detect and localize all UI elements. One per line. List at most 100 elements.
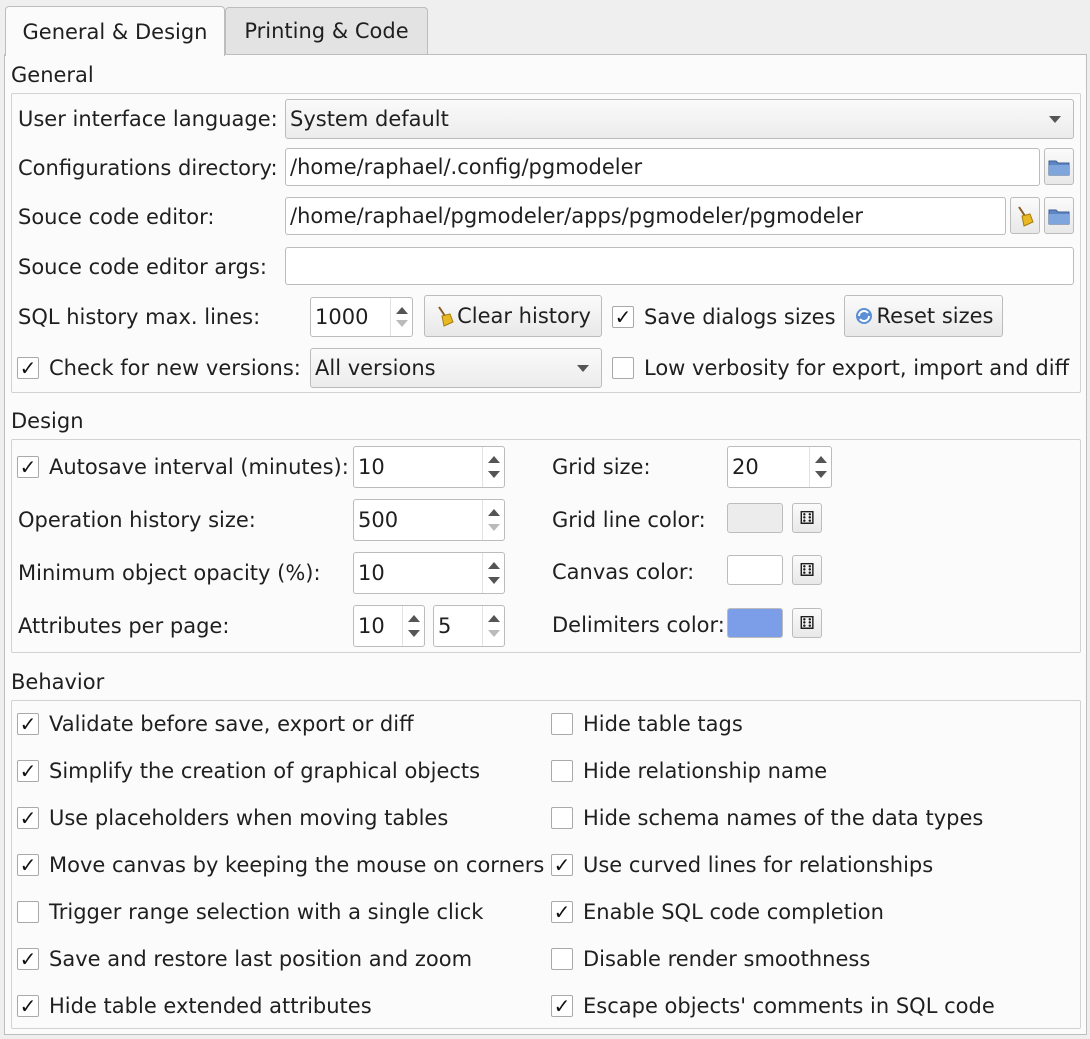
behavior-right-checkbox-3[interactable]: ✓	[551, 854, 573, 876]
op-history-value: 500	[358, 508, 399, 532]
reset-sizes-label: Reset sizes	[876, 304, 994, 328]
behavior-right-checkbox-2[interactable]	[551, 807, 573, 829]
arrow-up-icon[interactable]	[488, 509, 500, 516]
autosave-checkbox[interactable]: ✓	[17, 456, 39, 478]
check-versions-checkbox[interactable]: ✓	[17, 357, 39, 379]
grid-size-value: 20	[732, 455, 759, 479]
behavior-group-title: Behavior	[11, 670, 105, 694]
arrow-down-icon[interactable]	[488, 471, 500, 478]
check-versions-select[interactable]: All versions	[310, 348, 602, 388]
grid-size-label: Grid size:	[552, 455, 651, 479]
tab-printing-code[interactable]: Printing & Code	[225, 7, 428, 54]
design-group-title: Design	[11, 409, 84, 433]
behavior-left-checkbox-1[interactable]: ✓	[17, 760, 39, 782]
behavior-right-label-0: Hide table tags	[583, 712, 743, 736]
arrow-up-icon[interactable]	[488, 456, 500, 463]
sql-history-spinbox[interactable]: 1000	[310, 297, 413, 337]
behavior-left-checkbox-4[interactable]	[17, 901, 39, 923]
source-editor-clear-button[interactable]	[1010, 197, 1040, 234]
arrow-down-icon[interactable]	[396, 320, 408, 327]
arrow-up-icon[interactable]	[488, 615, 500, 622]
attrs-per-page-spinbox-1[interactable]: 10	[353, 605, 425, 647]
behavior-right-label-3: Use curved lines for relationships	[583, 853, 934, 877]
low-verbosity-label: Low verbosity for export, import and dif…	[644, 356, 1070, 380]
behavior-right-checkbox-4[interactable]: ✓	[551, 901, 573, 923]
ui-language-select[interactable]: System default	[285, 99, 1074, 139]
low-verbosity-checkbox[interactable]	[612, 357, 634, 379]
min-opacity-label: Minimum object opacity (%):	[18, 561, 321, 585]
source-editor-field[interactable]: /home/raphael/pgmodeler/apps/pgmodeler/p…	[285, 197, 1006, 235]
source-editor-args-field[interactable]	[285, 247, 1074, 285]
grid-line-color-swatch[interactable]	[727, 503, 783, 533]
attrs-per-page-stepper-2[interactable]	[482, 606, 504, 646]
folder-icon	[1048, 160, 1070, 175]
op-history-label: Operation history size:	[18, 508, 256, 532]
op-history-stepper[interactable]	[482, 500, 504, 540]
sql-history-label: SQL history max. lines:	[18, 305, 261, 329]
behavior-left-label-1: Simplify the creation of graphical objec…	[49, 759, 481, 783]
chevron-down-icon	[1049, 116, 1061, 123]
delimiters-color-label: Delimiters color:	[552, 613, 725, 637]
autosave-label: Autosave interval (minutes):	[49, 455, 349, 479]
check-versions-label: Check for new versions:	[49, 356, 301, 380]
grid-size-spinbox[interactable]: 20	[727, 446, 832, 488]
behavior-left-checkbox-5[interactable]: ✓	[17, 948, 39, 970]
arrow-up-icon[interactable]	[396, 307, 408, 314]
canvas-color-swatch[interactable]	[727, 555, 783, 585]
grid-size-stepper[interactable]	[809, 447, 831, 487]
source-editor-browse-button[interactable]	[1044, 197, 1074, 234]
arrow-up-icon[interactable]	[815, 456, 827, 463]
sql-history-stepper[interactable]	[390, 298, 412, 336]
grid-line-color-label: Grid line color:	[552, 508, 706, 532]
behavior-left-checkbox-0[interactable]: ✓	[17, 713, 39, 735]
behavior-right-checkbox-1[interactable]	[551, 760, 573, 782]
behavior-right-label-1: Hide relationship name	[583, 759, 828, 783]
behavior-right-checkbox-6[interactable]: ✓	[551, 995, 573, 1017]
arrow-down-icon[interactable]	[488, 524, 500, 531]
dice-icon[interactable]: ⚅	[792, 608, 822, 638]
autosave-spinbox[interactable]: 10	[353, 446, 505, 488]
arrow-up-icon[interactable]	[488, 562, 500, 569]
arrow-up-icon[interactable]	[408, 615, 420, 622]
source-editor-label: Souce code editor:	[18, 205, 215, 229]
behavior-left-checkbox-3[interactable]: ✓	[17, 854, 39, 876]
dice-icon[interactable]: ⚅	[792, 555, 822, 585]
general-group-title: General	[11, 63, 94, 87]
tab-general-design[interactable]: General & Design	[5, 6, 225, 56]
clear-history-button[interactable]: Clear history	[424, 295, 602, 337]
autosave-stepper[interactable]	[482, 447, 504, 487]
arrow-down-icon[interactable]	[488, 630, 500, 637]
attrs-per-page-stepper-1[interactable]	[402, 606, 424, 646]
dice-icon[interactable]: ⚅	[792, 503, 822, 533]
behavior-right-label-6: Escape objects' comments in SQL code	[583, 994, 995, 1018]
behavior-right-label-2: Hide schema names of the data types	[583, 806, 984, 830]
arrow-down-icon[interactable]	[488, 577, 500, 584]
behavior-left-checkbox-2[interactable]: ✓	[17, 807, 39, 829]
config-dir-field[interactable]: /home/raphael/.config/pgmodeler	[285, 148, 1040, 186]
save-dialogs-checkbox[interactable]: ✓	[612, 306, 634, 328]
source-editor-args-label: Souce code editor args:	[18, 255, 267, 279]
min-opacity-spinbox[interactable]: 10	[353, 552, 505, 594]
arrow-down-icon[interactable]	[815, 471, 827, 478]
behavior-right-checkbox-5[interactable]	[551, 948, 573, 970]
behavior-left-label-5: Save and restore last position and zoom	[49, 947, 473, 971]
config-dir-label: Configurations directory:	[18, 156, 278, 180]
refresh-icon	[855, 308, 872, 324]
behavior-left-checkbox-6[interactable]: ✓	[17, 995, 39, 1017]
behavior-right-label-5: Disable render smoothness	[583, 947, 871, 971]
min-opacity-stepper[interactable]	[482, 553, 504, 593]
delimiters-color-swatch[interactable]	[727, 608, 783, 638]
config-dir-browse-button[interactable]	[1044, 148, 1074, 185]
autosave-value: 10	[358, 455, 385, 479]
clear-history-label: Clear history	[457, 304, 591, 328]
attrs-per-page-value-1: 10	[358, 614, 385, 638]
sql-history-value: 1000	[315, 305, 369, 329]
reset-sizes-button[interactable]: Reset sizes	[844, 295, 1003, 337]
save-dialogs-label: Save dialogs sizes	[644, 305, 836, 329]
attrs-per-page-spinbox-2[interactable]: 5	[433, 605, 505, 647]
arrow-down-icon[interactable]	[408, 630, 420, 637]
behavior-right-checkbox-0[interactable]	[551, 713, 573, 735]
op-history-spinbox[interactable]: 500	[353, 499, 505, 541]
ui-language-value: System default	[290, 107, 449, 131]
behavior-left-label-2: Use placeholders when moving tables	[49, 806, 449, 830]
